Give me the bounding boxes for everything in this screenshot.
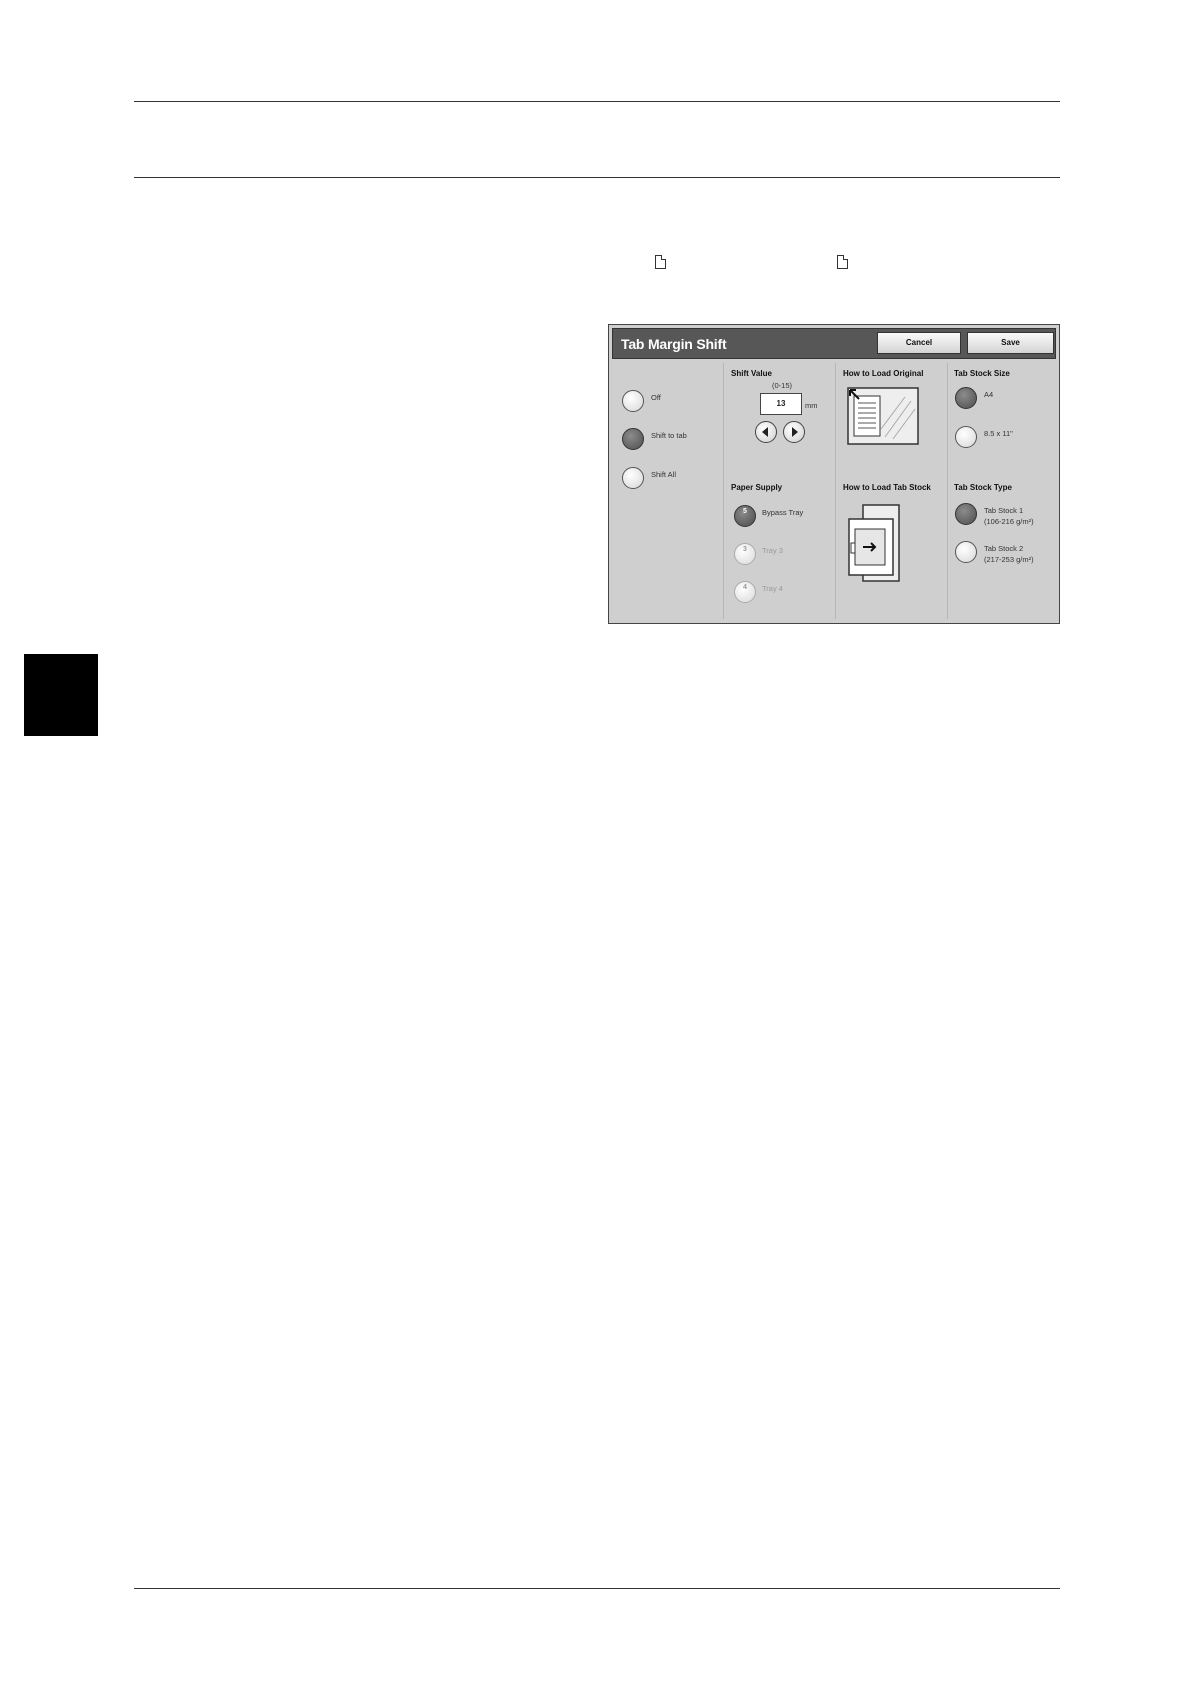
shift-value-range: (0-15) <box>772 381 793 390</box>
tab-stock-type-label: Tab Stock Type <box>954 483 1012 492</box>
dialog-title-bar: Tab Margin Shift Cancel Save <box>612 328 1056 359</box>
column-divider <box>835 363 836 619</box>
radio-tab-stock-2[interactable] <box>955 541 977 563</box>
chapter-thumb-tab <box>24 654 98 736</box>
load-original-illustration <box>847 387 919 445</box>
shift-value-field[interactable]: 13 <box>760 393 802 415</box>
tray-3-button[interactable]: 3 <box>734 543 756 565</box>
column-divider <box>723 363 724 619</box>
shift-value-unit: mm <box>805 401 818 410</box>
increase-arrow-button[interactable] <box>783 421 805 443</box>
how-to-load-original-label: How to Load Original <box>843 369 924 378</box>
option-label-shift-all: Shift All <box>651 470 677 479</box>
radio-shift-all[interactable] <box>622 467 644 489</box>
paper-portrait-icon <box>655 254 667 269</box>
size-label-letter: 8.5 x 11" <box>984 429 1013 438</box>
save-button[interactable]: Save <box>967 332 1054 354</box>
tray-number: 3 <box>743 546 747 553</box>
radio-letter[interactable] <box>955 426 977 448</box>
tab-stock-size-label: Tab Stock Size <box>954 369 1010 378</box>
size-label-a4: A4 <box>984 390 994 399</box>
bypass-tray-button[interactable]: 5 <box>734 505 756 527</box>
tray-label-4: Tray 4 <box>762 584 783 593</box>
header-rule-bottom <box>134 177 1060 178</box>
paper-portrait-icon <box>837 254 849 269</box>
tab-stock-2-name: Tab Stock 2 <box>984 544 1024 553</box>
dialog-title: Tab Margin Shift <box>621 336 727 352</box>
radio-off[interactable] <box>622 390 644 412</box>
how-to-load-tab-stock-label: How to Load Tab Stock <box>843 483 931 492</box>
paper-supply-label: Paper Supply <box>731 483 783 492</box>
load-tab-stock-illustration <box>848 504 900 582</box>
tray-label-bypass: Bypass Tray <box>762 508 804 517</box>
tab-stock-1-weight: (106-216 g/m²) <box>984 517 1034 526</box>
header-rule-top <box>134 101 1060 102</box>
radio-shift-to-tab[interactable] <box>622 428 644 450</box>
tab-stock-1-name: Tab Stock 1 <box>984 506 1024 515</box>
shift-value-label: Shift Value <box>731 369 772 378</box>
tray-label-3: Tray 3 <box>762 546 783 555</box>
tray-number: 4 <box>743 584 747 591</box>
column-divider <box>947 363 948 619</box>
option-label-shift-to-tab: Shift to tab <box>651 431 687 440</box>
radio-a4[interactable] <box>955 387 977 409</box>
option-label-off: Off <box>651 393 661 402</box>
tab-margin-shift-dialog: Tab Margin Shift Cancel Save Off Shift t… <box>608 324 1060 624</box>
footer-rule <box>134 1588 1060 1589</box>
cancel-button[interactable]: Cancel <box>877 332 961 354</box>
tab-stock-2-weight: (217-253 g/m²) <box>984 555 1034 564</box>
radio-tab-stock-1[interactable] <box>955 503 977 525</box>
decrease-arrow-button[interactable] <box>755 421 777 443</box>
tray-4-button[interactable]: 4 <box>734 581 756 603</box>
tray-number: 5 <box>743 508 747 515</box>
